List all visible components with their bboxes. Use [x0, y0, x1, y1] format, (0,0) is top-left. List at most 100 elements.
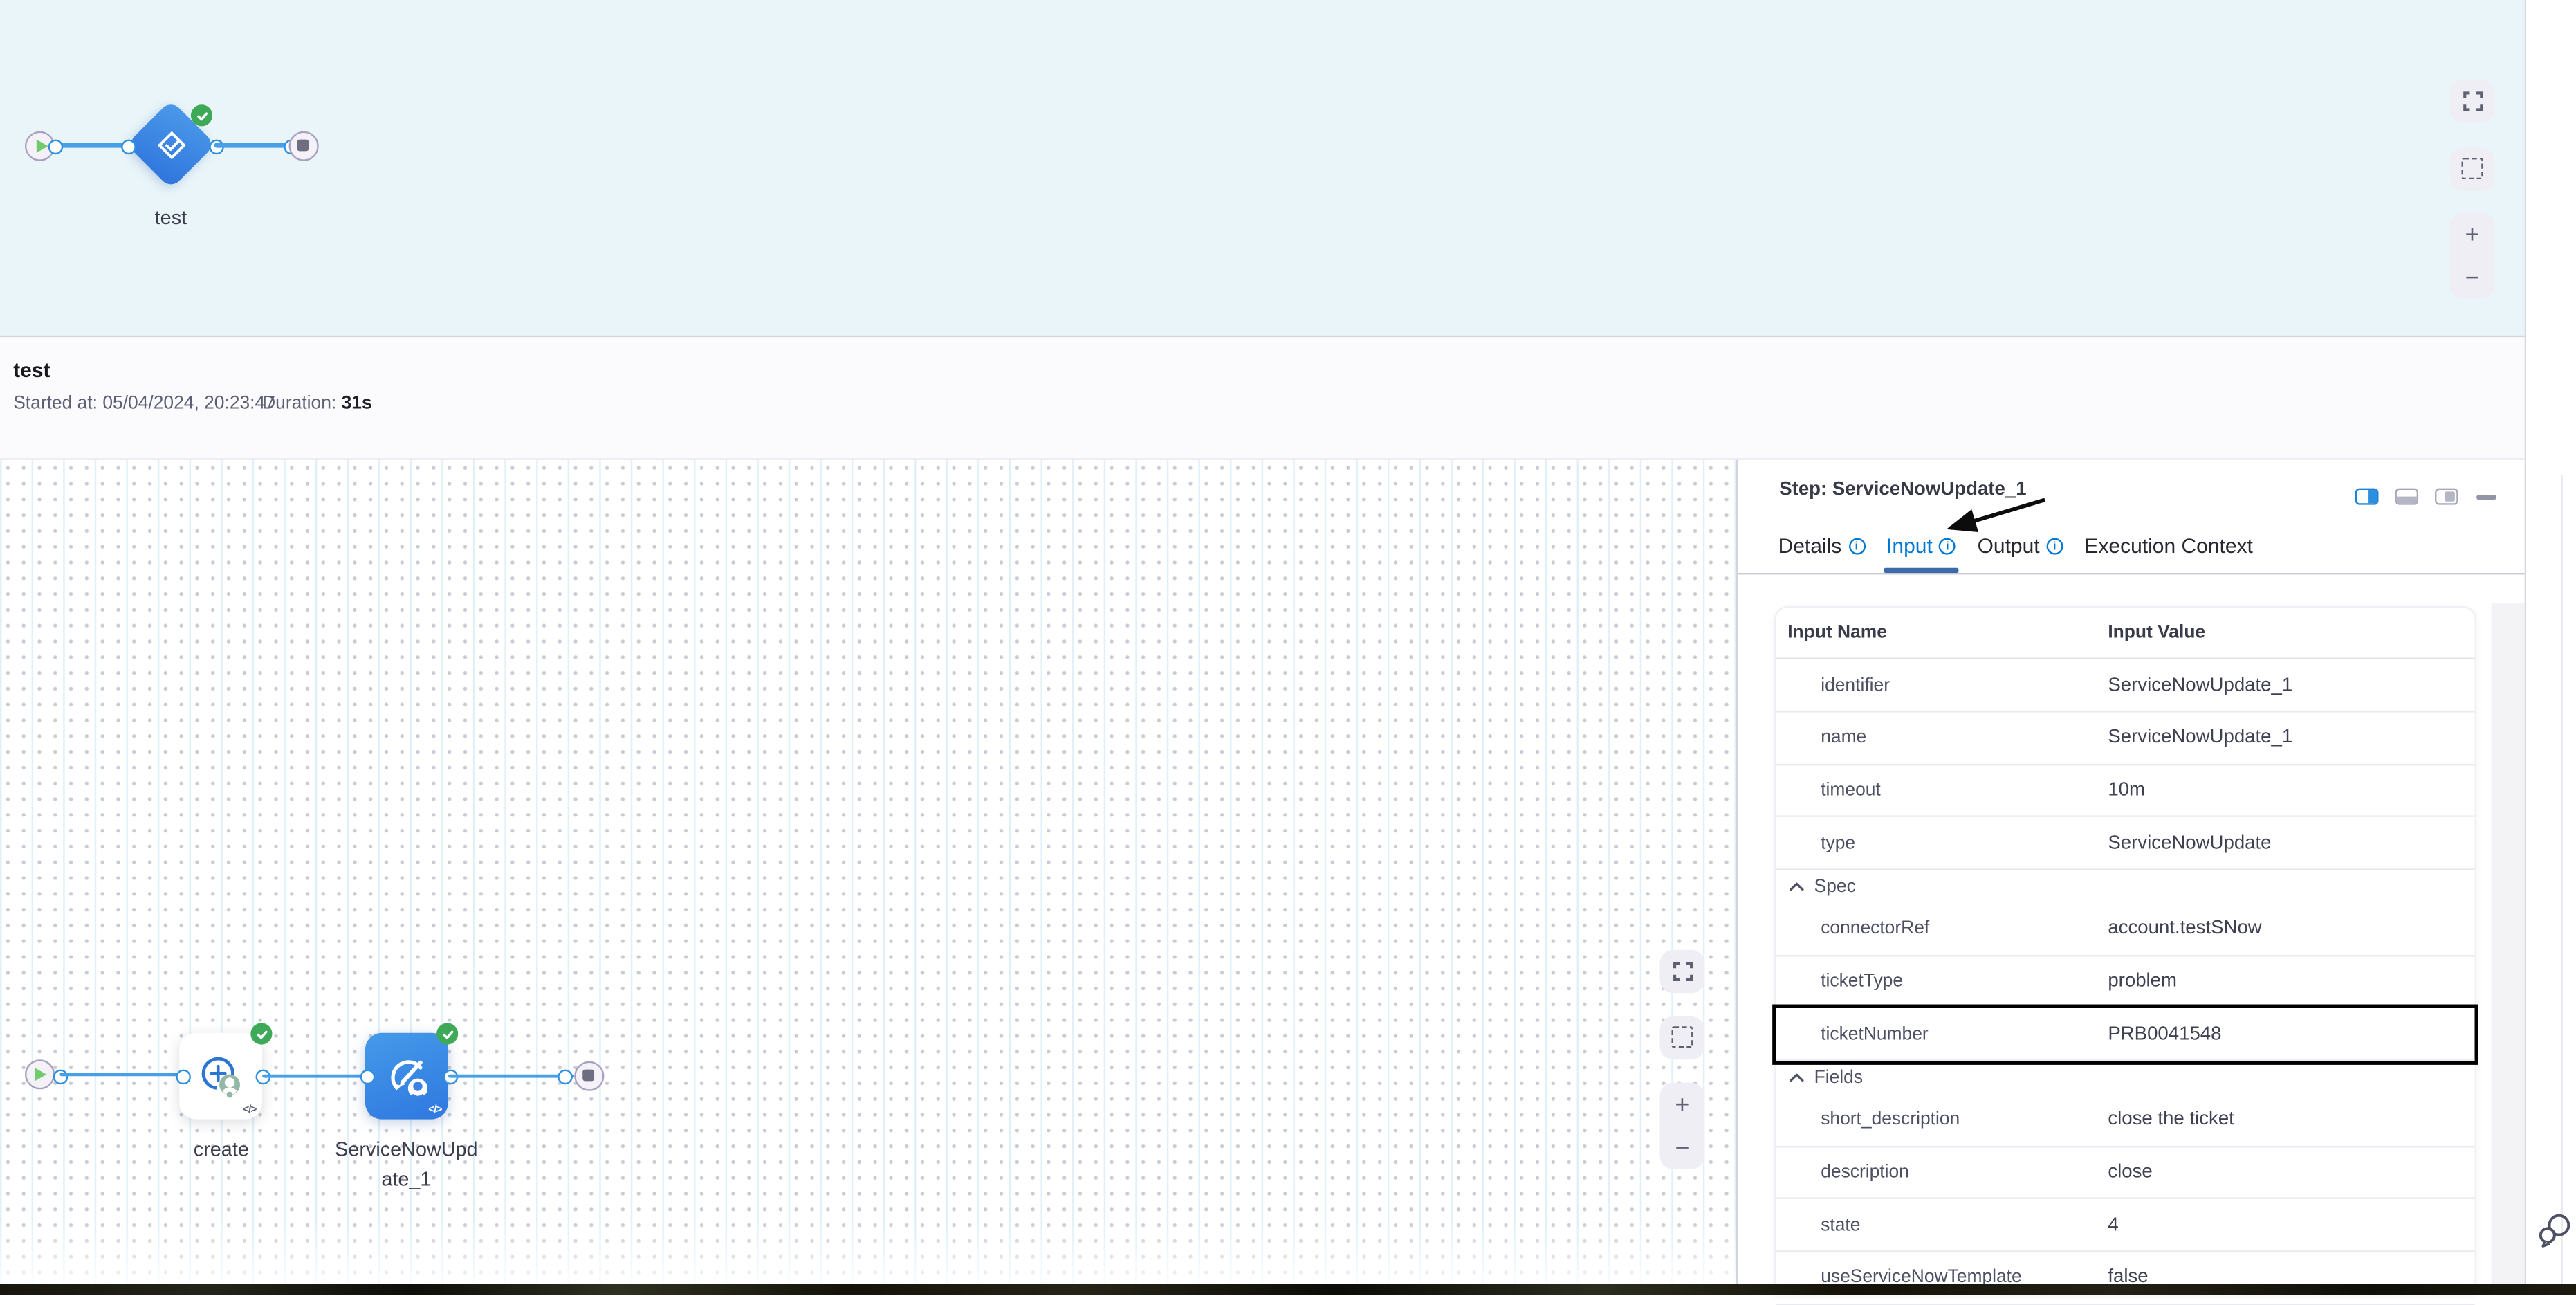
input-name: type — [1776, 833, 2108, 853]
input-value: 4 — [2108, 1215, 2474, 1235]
servicenow-create-icon — [198, 1053, 244, 1099]
step-end-node[interactable] — [574, 1061, 604, 1090]
started-at: Started at: 05/04/2024, 20:23:47 — [13, 394, 275, 414]
pipeline-end-node[interactable] — [288, 130, 318, 160]
zoom-controls: + − — [2450, 213, 2495, 300]
duration: Duration: 31s — [262, 394, 372, 414]
panel-scrollbar[interactable] — [2492, 603, 2524, 1295]
play-icon — [36, 138, 48, 152]
zoom-controls: + − — [1660, 1083, 1705, 1169]
input-table-card: Input Name Input Value identifier Servic… — [1774, 606, 2476, 1295]
fullscreen-icon — [1672, 962, 1692, 982]
step-node-servicenowupdate[interactable]: </> — [365, 1033, 448, 1120]
marquee-icon — [1671, 1026, 1693, 1048]
input-table-body: identifier ServiceNowUpdate_1 name Servi… — [1776, 659, 2474, 1305]
tab-label: Execution Context — [2084, 535, 2252, 558]
layout-right-panel-icon[interactable] — [2355, 487, 2379, 504]
step-graph-canvas[interactable]: </> </> cr — [0, 460, 1737, 1295]
tabs-divider — [1738, 572, 2526, 574]
zoom-out-button[interactable]: − — [2450, 256, 2495, 299]
code-glyph: </> — [428, 1104, 441, 1116]
step-start-node[interactable] — [25, 1059, 55, 1089]
input-value: close the ticket — [2108, 1110, 2474, 1130]
layout-bottom-panel-icon[interactable] — [2395, 487, 2418, 504]
name-column-header: Input Name — [1776, 623, 2108, 643]
servicenow-update-icon — [381, 1050, 432, 1102]
chat-bubbles-icon — [2536, 1211, 2573, 1249]
play-icon — [35, 1068, 47, 1081]
zoom-in-button[interactable]: + — [1660, 1083, 1705, 1126]
input-table-row: type ServiceNowUpdate — [1776, 817, 2474, 870]
tab-execution-context[interactable]: Execution Context — [2084, 535, 2252, 573]
input-table-row: name ServiceNowUpdate_1 — [1776, 712, 2474, 765]
input-value: problem — [2108, 971, 2474, 992]
input-table-row: identifier ServiceNowUpdate_1 — [1776, 659, 2474, 712]
info-icon[interactable]: i — [1848, 538, 1865, 555]
pipeline-name: test — [13, 358, 50, 382]
connector-port — [49, 140, 64, 155]
edge — [55, 143, 128, 147]
zoom-in-button[interactable]: + — [2450, 213, 2495, 256]
pipeline-graph-canvas[interactable]: test + − — [0, 0, 2524, 337]
chevron-up-icon — [1790, 1073, 1805, 1082]
input-table-row: ticketType problem — [1776, 956, 2474, 1009]
connector-port — [558, 1070, 573, 1085]
input-group-header[interactable]: Fields — [1776, 1061, 2474, 1095]
input-group-header[interactable]: Spec — [1776, 870, 2474, 903]
stage-label: test — [104, 203, 237, 232]
code-glyph: </> — [243, 1104, 256, 1116]
zoom-out-button[interactable]: − — [1660, 1126, 1705, 1169]
execution-header: test Started at: 05/04/2024, 20:23:47 Du… — [0, 337, 2524, 460]
input-name: description — [1776, 1162, 2108, 1183]
connector-port — [121, 140, 136, 155]
stop-icon — [583, 1070, 595, 1082]
selection-mode-button[interactable] — [1660, 1016, 1705, 1059]
input-table-row: state 4 — [1776, 1200, 2474, 1252]
step-details-panel: Step: ServiceNowUpdate_1 Details i Input… — [1737, 460, 2526, 1295]
annotation-arrow — [1917, 480, 2070, 547]
input-value: account.testSNow — [2108, 919, 2474, 939]
started-label: Started at: — [13, 394, 98, 414]
duration-value: 31s — [342, 394, 372, 414]
duration-label: Duration: — [262, 394, 336, 414]
group-label: Fields — [1814, 1068, 1863, 1088]
edge — [448, 1074, 574, 1078]
input-table-row: timeout 10m — [1776, 765, 2474, 817]
layout-drawer-icon[interactable] — [2435, 487, 2458, 504]
input-value: 10m — [2108, 781, 2474, 801]
step-node-create[interactable]: </> — [180, 1033, 263, 1120]
input-table-row: short_description close the ticket — [1776, 1095, 2474, 1147]
desktop-wallpaper-strip — [0, 1284, 2576, 1295]
input-value: ServiceNowUpdate_1 — [2108, 675, 2474, 695]
edge — [214, 143, 289, 147]
input-value: PRB0041548 — [2108, 1024, 2474, 1044]
input-name: ticketType — [1776, 971, 2108, 992]
fullscreen-button[interactable] — [2450, 80, 2495, 122]
group-label: Spec — [1814, 877, 1856, 897]
selection-mode-button[interactable] — [2450, 147, 2495, 190]
edge — [59, 1073, 181, 1077]
input-name: short_description — [1776, 1110, 2108, 1130]
input-name: identifier — [1776, 675, 2108, 695]
input-name: state — [1776, 1215, 2108, 1235]
started-value: 05/04/2024, 20:23:47 — [102, 394, 275, 414]
tab-label: Details — [1778, 535, 1842, 558]
gutter-divider — [2561, 475, 2562, 1284]
fullscreen-button[interactable] — [1660, 950, 1705, 993]
input-table-row: useServiceNowTemplate false — [1776, 1252, 2474, 1305]
help-chat-button[interactable] — [2536, 1211, 2573, 1249]
input-table-row: ticketNumber PRB0041548 — [1776, 1009, 2474, 1061]
edge — [262, 1074, 367, 1078]
success-badge — [192, 105, 213, 127]
page-gutter — [2524, 0, 2576, 1295]
minimize-panel-button[interactable] — [2477, 495, 2497, 499]
stage-check-icon — [155, 129, 187, 161]
tab-details[interactable]: Details i — [1778, 535, 1865, 573]
input-name: name — [1776, 728, 2108, 748]
execution-page: test + − test Started at: 05/04/2024, 20… — [0, 0, 2576, 1295]
input-table-header: Input Name Input Value — [1776, 608, 2474, 659]
step-label-servicenowupdate: ServiceNowUpdate_1 — [331, 1134, 481, 1194]
value-column-header: Input Value — [2108, 623, 2474, 643]
connector-port — [176, 1070, 191, 1085]
chevron-up-icon — [1790, 882, 1805, 891]
